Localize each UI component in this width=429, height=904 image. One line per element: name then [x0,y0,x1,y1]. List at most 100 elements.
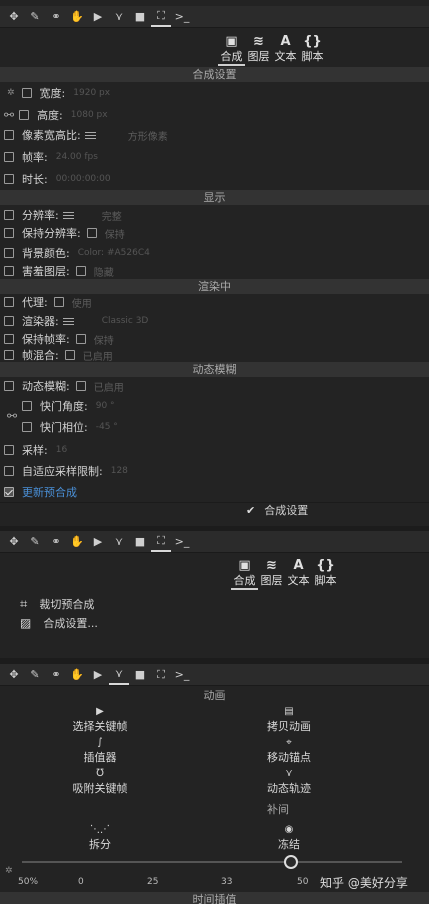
res-checkbox[interactable] [4,210,14,220]
motion-path-icon[interactable]: ⋎ [109,532,129,552]
split-button[interactable]: ⋱⋰ 拆分 [40,824,160,852]
update-row: 更新预合成 [4,482,77,502]
motion-path-icon: ⋎ [285,768,293,779]
renderer-checkbox[interactable] [4,316,14,326]
text-icon: A [280,34,291,49]
move-anchor-button[interactable]: ⌖ 移动锚点 [229,737,349,765]
proxy-value-checkbox[interactable] [53,297,64,307]
camera-icon[interactable]: ■ [130,532,150,552]
section-time-interp: 时间插值 [0,892,429,904]
brush-icon[interactable]: ✎ [25,7,45,27]
copy-animation-button[interactable]: ▤ 拷贝动画 [229,706,349,734]
camera-icon[interactable]: ■ [130,665,150,685]
transform-icon[interactable]: ✥ [4,665,24,685]
gear-icon[interactable]: ✲ [7,88,15,98]
anchor-icon: ⌖ [286,737,292,748]
mb-value-checkbox[interactable] [75,381,86,391]
tick-label: 33 [221,877,233,887]
brush-icon[interactable]: ✎ [25,665,45,685]
link-icon[interactable]: ⚭ [46,665,66,685]
fps-checkbox[interactable] [4,152,14,162]
duration-checkbox[interactable] [4,174,14,184]
keepres-value-checkbox[interactable] [86,228,97,238]
split-icon: ⋱⋰ [90,824,110,835]
comp-settings-button[interactable]: ▨ 合成设置... [20,613,98,633]
script-icon: {} [303,34,322,49]
keepfps-checkbox[interactable] [4,334,14,344]
proxy-checkbox[interactable] [4,297,14,307]
blend-value-checkbox[interactable] [64,350,75,360]
link-chain-icon[interactable]: ⚯ [7,409,17,423]
tick-label: 0 [78,877,84,887]
slider-knob[interactable] [284,855,298,869]
height-row: ⚯ 高度: 1080 px [4,108,108,122]
tab-script[interactable]: {} 脚本 [299,34,326,66]
interpolator-button[interactable]: ∫ 插值器 [40,737,160,765]
transform-icon[interactable]: ✥ [4,7,24,27]
cursor-icon: ▶ [96,706,104,717]
brush-icon[interactable]: ✎ [25,532,45,552]
tab-comp[interactable]: ▣ 合成 [218,34,245,66]
expression-icon[interactable]: >_ [172,665,192,685]
timeline-slider[interactable] [22,861,402,863]
hand-icon[interactable]: ✋ [67,665,87,685]
gear-icon[interactable]: ✲ [5,866,13,876]
adaptive-checkbox[interactable] [4,466,14,476]
comp-settings-icon[interactable]: ⛶ [151,665,171,685]
shutter-angle-checkbox[interactable] [22,401,32,411]
select-keyframe-button[interactable]: ▶ 选择关键帧 [40,706,160,734]
freeze-icon: ◉ [284,824,294,835]
blend-checkbox[interactable] [4,350,14,360]
menu-icon[interactable] [62,210,74,221]
height-checkbox[interactable] [19,110,30,120]
tab-script[interactable]: {} 脚本 [312,558,339,590]
copy-icon: ▤ [284,706,294,717]
motion-path-button[interactable]: ⋎ 动态轨迹 [229,768,349,796]
tab-comp[interactable]: ▣ 合成 [231,558,258,590]
transform-icon[interactable]: ✥ [4,532,24,552]
section-tween: 补间 [267,803,289,816]
keepfps-value-checkbox[interactable] [75,334,86,344]
link-icon[interactable]: ⚭ [46,532,66,552]
res-row: 分辨率: 完整 [4,205,122,225]
tab-text[interactable]: A 文本 [285,558,312,590]
motion-path-icon[interactable]: ⋎ [109,665,129,685]
proxy-row: 代理: 使用 [4,292,92,312]
tab-layer[interactable]: ≋ 图层 [245,34,272,66]
play-icon[interactable]: ▶ [88,532,108,552]
link-chain-icon[interactable]: ⚯ [4,108,14,122]
bg-row: 背景颜色: Color: #A526C4 [4,243,150,263]
expression-icon[interactable]: >_ [172,7,192,27]
snap-keyframe-button[interactable]: ℧ 吸附关键帧 [40,768,160,796]
mb-checkbox[interactable] [4,381,14,391]
hand-icon[interactable]: ✋ [67,7,87,27]
camera-icon[interactable]: ■ [130,7,150,27]
width-checkbox[interactable] [21,88,32,98]
samples-checkbox[interactable] [4,445,14,455]
link-icon[interactable]: ⚭ [46,7,66,27]
par-checkbox[interactable] [4,130,14,140]
menu-icon[interactable] [84,130,96,141]
bg-checkbox[interactable] [4,248,14,258]
update-checkbox[interactable] [4,487,14,497]
zoom-value[interactable]: 50% [18,877,38,887]
comp-settings-footer[interactable]: ✔ 合成设置 [246,500,308,520]
width-row: ✲ 宽度: 1920 px [7,87,111,100]
shy-value-checkbox[interactable] [75,266,86,276]
shy-checkbox[interactable] [4,266,14,276]
tab-layer[interactable]: ≋ 图层 [258,558,285,590]
play-icon[interactable]: ▶ [88,7,108,27]
expression-icon[interactable]: >_ [172,532,192,552]
keepres-checkbox[interactable] [4,228,14,238]
motion-path-icon[interactable]: ⋎ [109,7,129,27]
hand-icon[interactable]: ✋ [67,532,87,552]
menu-icon[interactable] [62,316,74,327]
comp-settings-icon[interactable]: ⛶ [151,532,171,552]
tab-text[interactable]: A 文本 [272,34,299,66]
freeze-button[interactable]: ◉ 冻结 [229,824,349,852]
curve-icon: ∫ [97,737,103,748]
shutter-phase-checkbox[interactable] [22,422,32,432]
crop-precomp-button[interactable]: ⌗ 裁切预合成 [20,594,94,614]
comp-settings-icon[interactable]: ⛶ [151,7,171,27]
play-icon[interactable]: ▶ [88,665,108,685]
